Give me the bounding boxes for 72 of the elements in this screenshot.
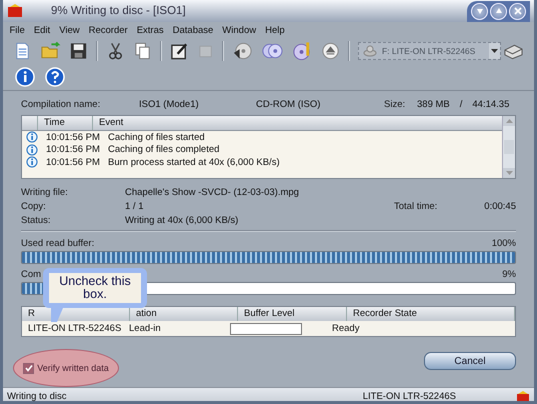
info-icon <box>26 131 38 144</box>
progress-reading: 100% <box>492 238 516 248</box>
table-cell-text: LITE-ON LTR-52246S <box>27 323 122 334</box>
field-value: 1 / 1 <box>125 200 144 212</box>
field-label: Writing file: <box>21 186 69 198</box>
table-cell-text: Ready <box>331 323 360 334</box>
up-arrow-icon <box>494 7 502 15</box>
column-header[interactable]: Recorder State <box>347 307 515 321</box>
compilation-type: CD-ROM (ISO) <box>256 98 322 110</box>
table-cell-text: 10:01:56 PM <box>46 144 101 156</box>
column-header[interactable]: Time <box>38 116 93 130</box>
minimize-button[interactable] <box>471 2 488 20</box>
verify-checkbox[interactable]: Verify written data <box>23 362 109 374</box>
menu-item[interactable]: Database <box>168 24 218 36</box>
two-discs-icon[interactable] <box>261 41 284 61</box>
length-value: 44:14.35 <box>472 98 510 110</box>
copy-icon[interactable] <box>133 41 152 61</box>
field-label: Compilation name: <box>21 98 102 110</box>
save-icon[interactable] <box>69 41 88 61</box>
info-icon[interactable] <box>15 67 35 87</box>
info-icon <box>26 156 38 168</box>
field-label: Copy: <box>21 200 47 212</box>
table-cell-text: 10:01:56 PM <box>46 132 101 143</box>
cancel-button[interactable]: Cancel <box>424 352 516 370</box>
menu-item[interactable]: Edit <box>29 24 55 36</box>
field-label: Status: <box>21 214 52 226</box>
status-text: LITE-ON LTR-52246S <box>362 391 456 401</box>
column-header[interactable]: Buffer Level <box>238 307 347 321</box>
checkbox[interactable] <box>23 362 34 374</box>
compilation-name: ISO1 (Mode1) <box>139 98 200 110</box>
callout-text: Uncheck this box. <box>49 273 141 303</box>
info-icon <box>26 144 38 156</box>
field-value: Chapelle's Show -SVCD- (12-03-03).mpg <box>125 186 300 198</box>
up-arrow-icon <box>506 119 512 123</box>
table-cell: Burn process started at 40x (6,000 KB/s) <box>108 156 280 168</box>
close-button[interactable] <box>509 2 526 20</box>
field-label: Total time: <box>394 200 438 212</box>
scrollbar[interactable] <box>502 116 515 178</box>
app-icon <box>516 390 530 401</box>
eject-icon[interactable] <box>320 41 340 61</box>
separator-text: / <box>460 98 462 110</box>
table-cell: Caching of files completed <box>108 144 220 156</box>
app-icon <box>7 4 23 18</box>
menu-item[interactable]: File <box>5 24 30 36</box>
maximize-button[interactable] <box>490 2 507 20</box>
menu-item[interactable]: Help <box>260 24 290 36</box>
status-text: Writing to disc <box>7 391 68 401</box>
down-arrow-icon <box>476 7 484 15</box>
table-cell: Caching of files started <box>108 132 205 143</box>
menu-item[interactable]: Extras <box>132 24 168 36</box>
drive-icon <box>362 45 377 57</box>
field-value: Writing at 40x (6,000 KB/s) <box>125 214 240 226</box>
menu-item[interactable]: Window <box>218 24 261 36</box>
disc-icon[interactable] <box>232 41 254 61</box>
column-header[interactable]: Event <box>93 116 502 130</box>
buffer-level-bar <box>230 322 302 334</box>
caret-icon <box>491 49 498 53</box>
down-arrow-icon <box>506 171 512 175</box>
field-label: Size: <box>384 98 406 110</box>
table-cell-text: 10:01:56 PM <box>46 156 101 168</box>
help-icon[interactable] <box>45 67 65 87</box>
progress-label: Com <box>21 268 42 280</box>
field-value: 0:00:45 <box>483 200 516 212</box>
menu-item[interactable]: View <box>54 24 84 36</box>
table-cell-text: Lead-in <box>128 323 162 334</box>
size-value: 389 MB <box>417 98 450 110</box>
progress-reading: 9% <box>502 268 516 280</box>
menu-item[interactable]: Recorder <box>84 24 132 36</box>
close-icon <box>514 7 522 15</box>
edit-icon[interactable] <box>170 41 190 61</box>
window-title: 9% Writing to disc - [ISO1] <box>51 5 187 17</box>
progress-label: Used read buffer: <box>21 238 94 248</box>
